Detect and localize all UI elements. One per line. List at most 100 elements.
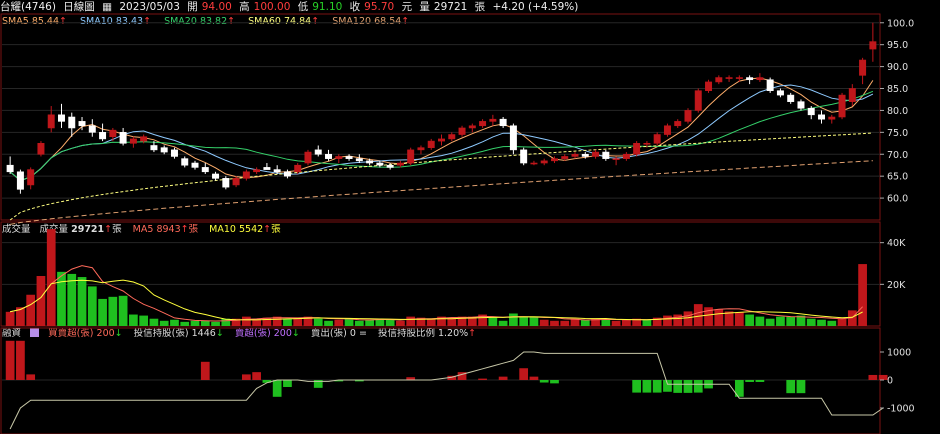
candle-body <box>735 77 743 79</box>
candle-body <box>140 136 148 142</box>
candle-body <box>684 110 692 122</box>
volume-bar <box>26 294 36 326</box>
candle-body <box>489 118 497 122</box>
net-buy-bar <box>529 376 539 380</box>
candle-body <box>366 160 374 164</box>
volume-bar <box>817 319 826 326</box>
candle-body <box>592 151 600 157</box>
candle-body <box>746 77 754 81</box>
candle-body <box>756 77 764 81</box>
net-buy-bar <box>241 374 251 380</box>
candle-body <box>150 145 158 151</box>
volume-bar <box>683 311 693 326</box>
candle-body <box>859 59 867 76</box>
candle-body <box>479 121 487 127</box>
volume-bar <box>118 295 128 326</box>
volume-bar <box>129 314 138 326</box>
candle-body <box>181 158 189 166</box>
volume-bar <box>385 319 395 326</box>
volume-bar <box>560 320 570 326</box>
volume-bar <box>241 316 251 326</box>
sma5-line <box>9 77 874 182</box>
volume-bars <box>5 229 867 326</box>
candle-body <box>520 149 528 164</box>
candle-body <box>345 156 353 159</box>
volume-bar <box>806 318 816 326</box>
candle-body <box>16 171 24 190</box>
volume-ma-lines <box>9 265 863 322</box>
candle-body <box>848 88 856 102</box>
volume-ma10-line <box>9 279 863 321</box>
candle-body <box>663 125 671 135</box>
volume-bar <box>498 320 508 326</box>
candle-body <box>325 153 333 159</box>
candle-body <box>797 101 805 109</box>
net-buy-bar <box>283 380 292 387</box>
net-buy-bar <box>786 380 796 394</box>
net-buy-bar <box>652 380 662 393</box>
volume-bar <box>344 318 354 326</box>
candle-body <box>694 90 702 111</box>
candle-body <box>27 169 35 186</box>
candle-body <box>705 81 713 92</box>
volume-bar <box>755 316 765 326</box>
volume-bar <box>57 271 66 326</box>
volume-bar <box>714 309 724 326</box>
price-axis: 100.0 95.0 90.0 85.0 80.0 75.0 70.0 65.0 60.0 40K… <box>880 18 915 415</box>
bottom-tick-label: 0 <box>887 376 893 387</box>
candle-body <box>633 142 641 155</box>
candle-body <box>417 147 425 151</box>
volume-bar <box>642 319 652 326</box>
candle-body <box>602 151 610 159</box>
volume-bar <box>693 304 703 326</box>
net-buy-bar <box>200 361 210 380</box>
price-tick-label: 70.0 <box>887 150 908 161</box>
candle-body <box>571 153 579 157</box>
candle-body <box>581 153 589 157</box>
volume-bar <box>673 314 683 326</box>
candle-body <box>376 162 384 166</box>
candle-body <box>715 77 723 83</box>
candle-body <box>355 158 363 162</box>
volume-bar <box>745 314 754 326</box>
volume-bar <box>67 273 77 326</box>
candle-body <box>674 121 682 127</box>
candle-body <box>304 151 312 164</box>
net-buy-bar <box>642 380 652 393</box>
candle-body <box>119 132 127 144</box>
net-buy-bar <box>498 376 508 380</box>
candle-body <box>807 107 815 116</box>
candle-body <box>828 116 836 120</box>
candle-body <box>643 142 651 145</box>
volume-bar <box>190 320 200 326</box>
candle-body <box>818 114 825 120</box>
net-buy-bar <box>26 374 36 380</box>
stock-chart[interactable]: 100.0 95.0 90.0 85.0 80.0 75.0 70.0 65.0 60.0 40K… <box>0 0 940 434</box>
candle-body <box>869 41 877 50</box>
candle-body <box>283 171 291 177</box>
volume-bar <box>580 319 590 326</box>
volume-bar <box>663 315 672 326</box>
holding-line <box>9 351 884 430</box>
candle-body <box>68 116 76 129</box>
candle-body <box>99 132 107 140</box>
candle-body <box>438 138 445 142</box>
volume-bar <box>36 276 46 326</box>
volume-tick-label: 20K <box>887 280 906 291</box>
candle-body <box>263 167 271 170</box>
candle-body <box>37 142 45 155</box>
volume-bar <box>313 318 323 326</box>
volume-bar <box>98 298 107 326</box>
price-tick-label: 65.0 <box>887 172 908 183</box>
bottom-tick-label: -1000 <box>887 404 915 415</box>
volume-bar <box>734 312 744 326</box>
candle-body <box>561 156 569 159</box>
volume-bar <box>139 315 149 326</box>
net-buy-bar <box>868 374 878 380</box>
net-buy-bar <box>478 378 487 380</box>
candle-body <box>314 149 322 155</box>
net-buy-bar <box>683 380 693 393</box>
volume-bar <box>87 286 97 326</box>
net-buy-bar <box>519 368 529 380</box>
candle-body <box>58 114 65 122</box>
